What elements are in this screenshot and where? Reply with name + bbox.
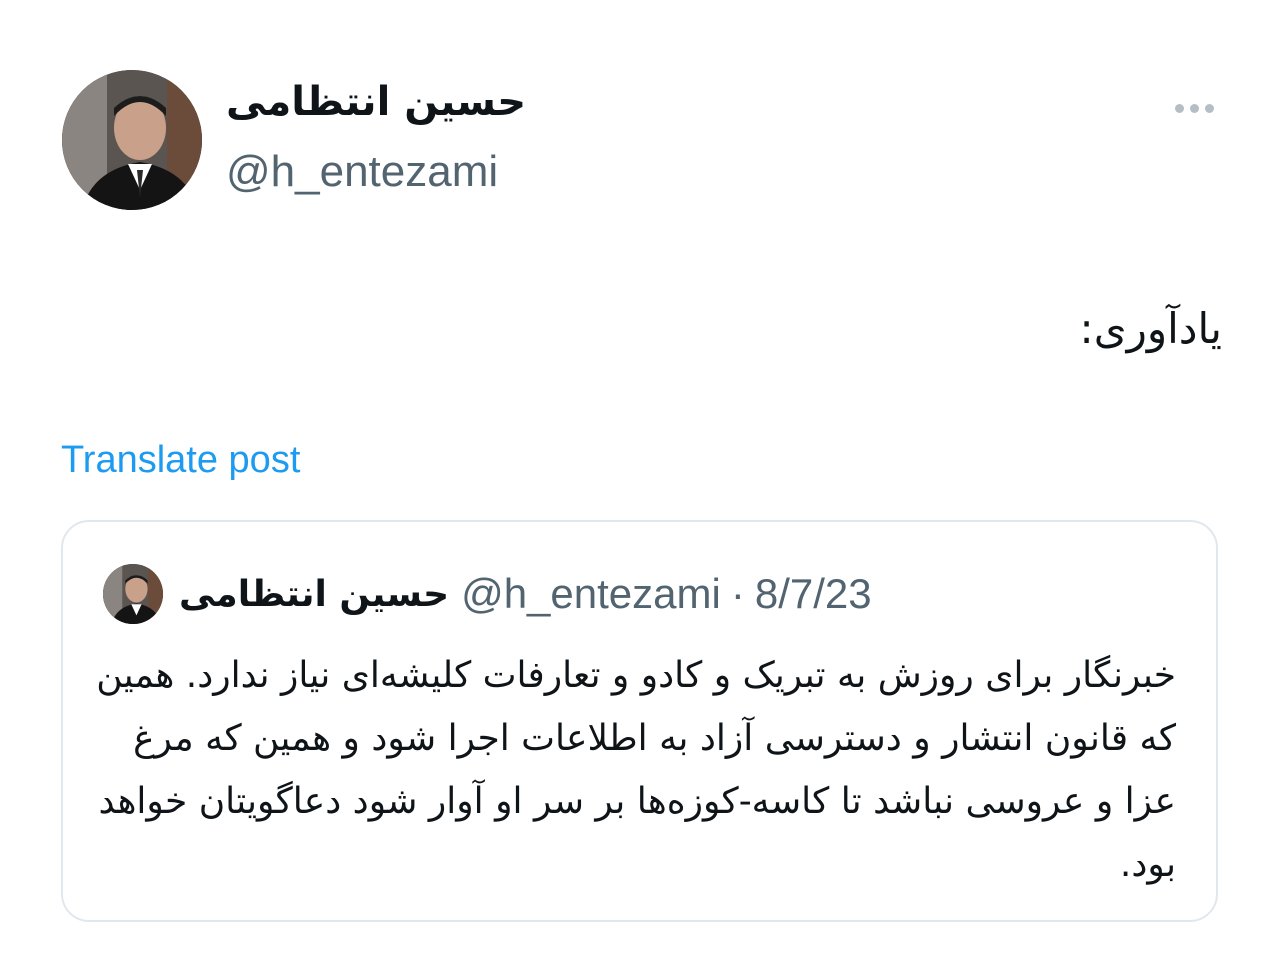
more-options-icon[interactable] <box>1168 92 1220 124</box>
translate-post-link[interactable]: Translate post <box>61 438 300 484</box>
dot <box>1204 103 1214 113</box>
quote-header: حسین انتظامی @h_entezami · 8/7/23 <box>103 564 872 624</box>
quote-author-name[interactable]: حسین انتظامی <box>179 574 449 615</box>
dot <box>1189 103 1199 113</box>
quote-author-handle[interactable]: @h_entezami <box>461 570 721 618</box>
dot <box>1174 103 1184 113</box>
profile-photo <box>62 70 202 210</box>
separator-dot: · <box>730 570 745 617</box>
quoted-post-card[interactable]: حسین انتظامی @h_entezami · 8/7/23 خبرنگا… <box>61 520 1218 922</box>
post-text: یادآوری: <box>1079 304 1222 353</box>
quote-date[interactable]: 8/7/23 <box>755 570 872 618</box>
profile-photo <box>103 564 163 624</box>
author-display-name[interactable]: حسین انتظامی <box>226 78 526 126</box>
quote-text: خبرنگار برای روزش به تبریک و کادو و تعار… <box>96 655 1176 885</box>
author-avatar[interactable] <box>62 70 202 210</box>
author-handle[interactable]: @h_entezami <box>226 146 498 199</box>
quote-author-avatar[interactable] <box>103 564 163 624</box>
